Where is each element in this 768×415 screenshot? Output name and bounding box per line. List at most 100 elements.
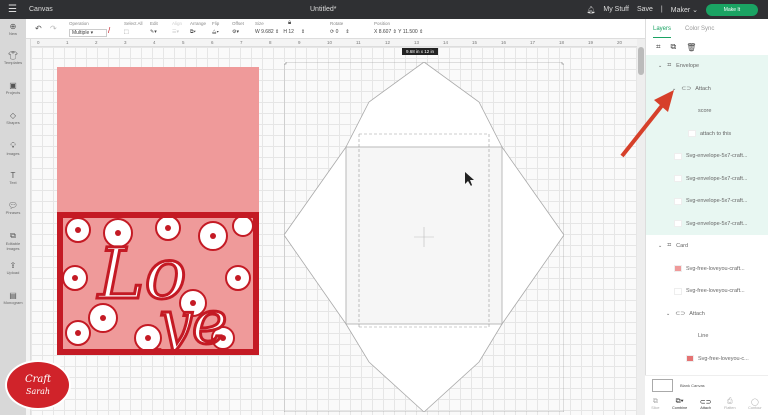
redo-icon[interactable]: ↷ (50, 24, 57, 33)
ruler-tick: 14 (443, 40, 449, 45)
text-icon: T (10, 171, 16, 180)
rotate-icon: ⟳ (330, 29, 335, 35)
layers-panel: Layers Color Sync ⌗ ⧉ 🗑︎ ⌄ ⌗ Envelope ⌄ ⊂⊃ Attac… (645, 19, 768, 415)
edit-button[interactable]: Edit ✎▾ (150, 21, 158, 35)
arrange-icon: ⧉▾ (190, 29, 196, 35)
layer-item[interactable]: ⌄ ⌗ Card (646, 235, 768, 258)
width-input[interactable]: 9.682 (261, 29, 274, 35)
attach-button[interactable]: ⊂⊃ Attach (700, 398, 712, 410)
machine-select[interactable]: Maker ⌄ (671, 6, 698, 14)
layer-item[interactable]: Svg-envelope-5x7-craft... (646, 190, 768, 213)
lock-icon[interactable]: 🔒︎ (288, 20, 291, 27)
x-input[interactable]: 8.607 (379, 29, 392, 35)
operation-select[interactable]: Multiple ▾ (69, 29, 107, 37)
card-top-panel[interactable] (57, 67, 259, 212)
tab-color-sync[interactable]: Color Sync (685, 26, 714, 32)
contour-button[interactable]: ◯ Contour (748, 398, 762, 410)
ruler-tick: 13 (414, 40, 420, 45)
layer-item[interactable]: ⌄ ⊂⊃ Attach (646, 303, 768, 326)
ruler-tick: 1 (66, 40, 69, 45)
my-stuff-link[interactable]: My Stuff (603, 6, 629, 13)
layer-thumbnail (688, 130, 696, 138)
flip-icon: ⧋▾ (212, 29, 219, 35)
layer-item[interactable]: Svg-free-loveyou-craft... (646, 280, 768, 303)
envelope-template[interactable] (284, 62, 564, 412)
new-button[interactable]: ⊕ New (0, 22, 26, 36)
blank-canvas-thumb (652, 379, 673, 392)
monogram-icon: ▤ (9, 291, 17, 300)
hamburger-icon[interactable]: ☰ (8, 4, 21, 15)
layer-item[interactable]: ⌄ ⌗ Envelope (646, 55, 768, 78)
panel-bottom: Blank Canvas ⧉ Slice ⧉▾ Combine ⊂⊃ Attach ⎙… (645, 375, 768, 415)
layer-item[interactable]: Svg-envelope-5x7-craft... (646, 213, 768, 236)
ruler-tick: 17 (530, 40, 536, 45)
scrollbar-thumb[interactable] (638, 47, 644, 75)
undo-icon[interactable]: ↶ (35, 24, 42, 33)
make-it-button[interactable]: Make It (706, 3, 758, 16)
layer-item[interactable]: Svg-free-loveyou-craft... (646, 258, 768, 281)
attach-icon: ⊂⊃ (699, 399, 712, 406)
layer-thumbnail (674, 220, 682, 228)
attach-icon: ⊂⊃ (681, 86, 692, 93)
trash-icon[interactable]: 🗑︎ (686, 43, 696, 52)
ruler-tick: 7 (240, 40, 243, 45)
chevron-down-icon[interactable]: ⌄ (658, 243, 662, 249)
align-button[interactable]: Align ☰▾ (172, 21, 182, 35)
duplicate-icon[interactable]: ⧉ (671, 42, 677, 52)
top-ruler: 0 1 2 3 4 5 6 7 8 9 10 11 12 13 14 15 16 17 18 19 20 (30, 39, 637, 47)
shirt-icon: 👕︎ (7, 51, 19, 60)
sidebar-item-editable-images[interactable]: ⧉ Editable Images (0, 231, 26, 251)
love-you-card-design[interactable]: Lo ye (57, 212, 259, 360)
rotate-input[interactable]: 0 (336, 29, 339, 35)
layer-thumbnail (686, 355, 694, 363)
pen-icon: ✎▾ (150, 29, 157, 35)
red-arrow-annotation (620, 90, 674, 158)
layer-item[interactable]: Line (646, 325, 768, 348)
ruler-tick: 19 (588, 40, 594, 45)
sidebar-item-monogram[interactable]: ▤ Monogram (0, 291, 26, 305)
sidebar-item-shapes[interactable]: ◇ Shapes (0, 111, 26, 125)
separator: | (660, 6, 663, 13)
offset-button[interactable]: Offset ⚙▾ (232, 21, 244, 35)
y-input[interactable]: 11.500 (403, 29, 418, 35)
layer-item[interactable]: Svg-envelope-5x7-craft... (646, 168, 768, 191)
flower-pattern: Lo ye (62, 215, 254, 360)
ruler-tick: 2 (95, 40, 98, 45)
sidebar-item-text[interactable]: T Text (0, 171, 26, 185)
ruler-tick: 15 (472, 40, 478, 45)
dimension-tooltip: 9.68 in x 12 in (402, 48, 439, 55)
ruler-tick: 4 (153, 40, 156, 45)
pen-color-icon[interactable]: / (108, 26, 110, 35)
sidebar-item-upload[interactable]: ⇪ Upload (0, 261, 26, 275)
combine-button[interactable]: ⧉▾ Combine (672, 398, 687, 410)
sidebar-item-phrases[interactable]: 💬︎ Phrases (0, 201, 26, 215)
tab-layers[interactable]: Layers (653, 21, 672, 38)
sidebar-item-projects[interactable]: ▣ Projects (0, 81, 26, 95)
upload-icon: ⇪ (9, 261, 17, 270)
ruler-tick: 11 (356, 40, 361, 45)
select-all-button[interactable]: Select All ⬚ (124, 21, 143, 35)
craft-with-sarah-logo: Craft Sarah (5, 360, 71, 410)
editable-images-icon: ⧉ (10, 231, 16, 240)
arrange-button[interactable]: Arrange ⧉▾ (190, 21, 206, 35)
height-input[interactable]: 12 (288, 29, 294, 35)
ruler-tick: 18 (559, 40, 565, 45)
flip-button[interactable]: Flip ⧋▾ (212, 21, 219, 35)
chevron-down-icon[interactable]: ⌄ (658, 63, 662, 69)
sidebar-item-images[interactable]: 💡︎ Images (0, 141, 26, 156)
sidebar-item-templates[interactable]: 👕︎ Templates (0, 51, 26, 65)
shapes-icon: ◇ (9, 111, 17, 120)
flatten-button[interactable]: ⎙ Flatten (724, 398, 736, 410)
bell-icon[interactable]: 🔔︎ (587, 6, 596, 14)
projects-icon: ▣ (9, 81, 17, 90)
chevron-down-icon[interactable]: ⌄ (666, 311, 670, 317)
save-button[interactable]: Save (637, 6, 653, 13)
group-icon[interactable]: ⌗ (656, 42, 661, 52)
speech-bubble-icon: 💬︎ (7, 201, 19, 210)
ruler-tick: 12 (385, 40, 391, 45)
layer-item[interactable]: Svg-free-loveyou-c... (646, 348, 768, 371)
blank-canvas-item[interactable]: Blank Canvas (652, 379, 705, 392)
plus-circle-icon: ⊕ (9, 22, 17, 31)
combine-icon: ⧉▾ (675, 398, 684, 405)
slice-button[interactable]: ⧉ Slice (651, 398, 659, 410)
